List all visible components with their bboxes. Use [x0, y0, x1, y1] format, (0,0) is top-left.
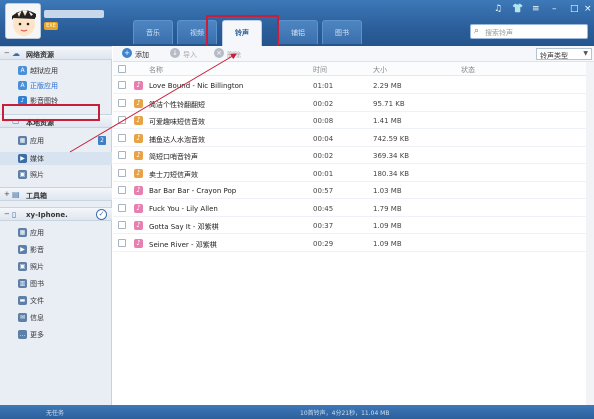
task-status: 无任务 — [46, 410, 65, 417]
annotation-arrow — [69, 53, 237, 153]
status-bar: 无任务 10首铃声，4分21秒，11.04 MB — [0, 405, 594, 419]
library-summary: 10首铃声，4分21秒，11.04 MB — [300, 410, 390, 417]
